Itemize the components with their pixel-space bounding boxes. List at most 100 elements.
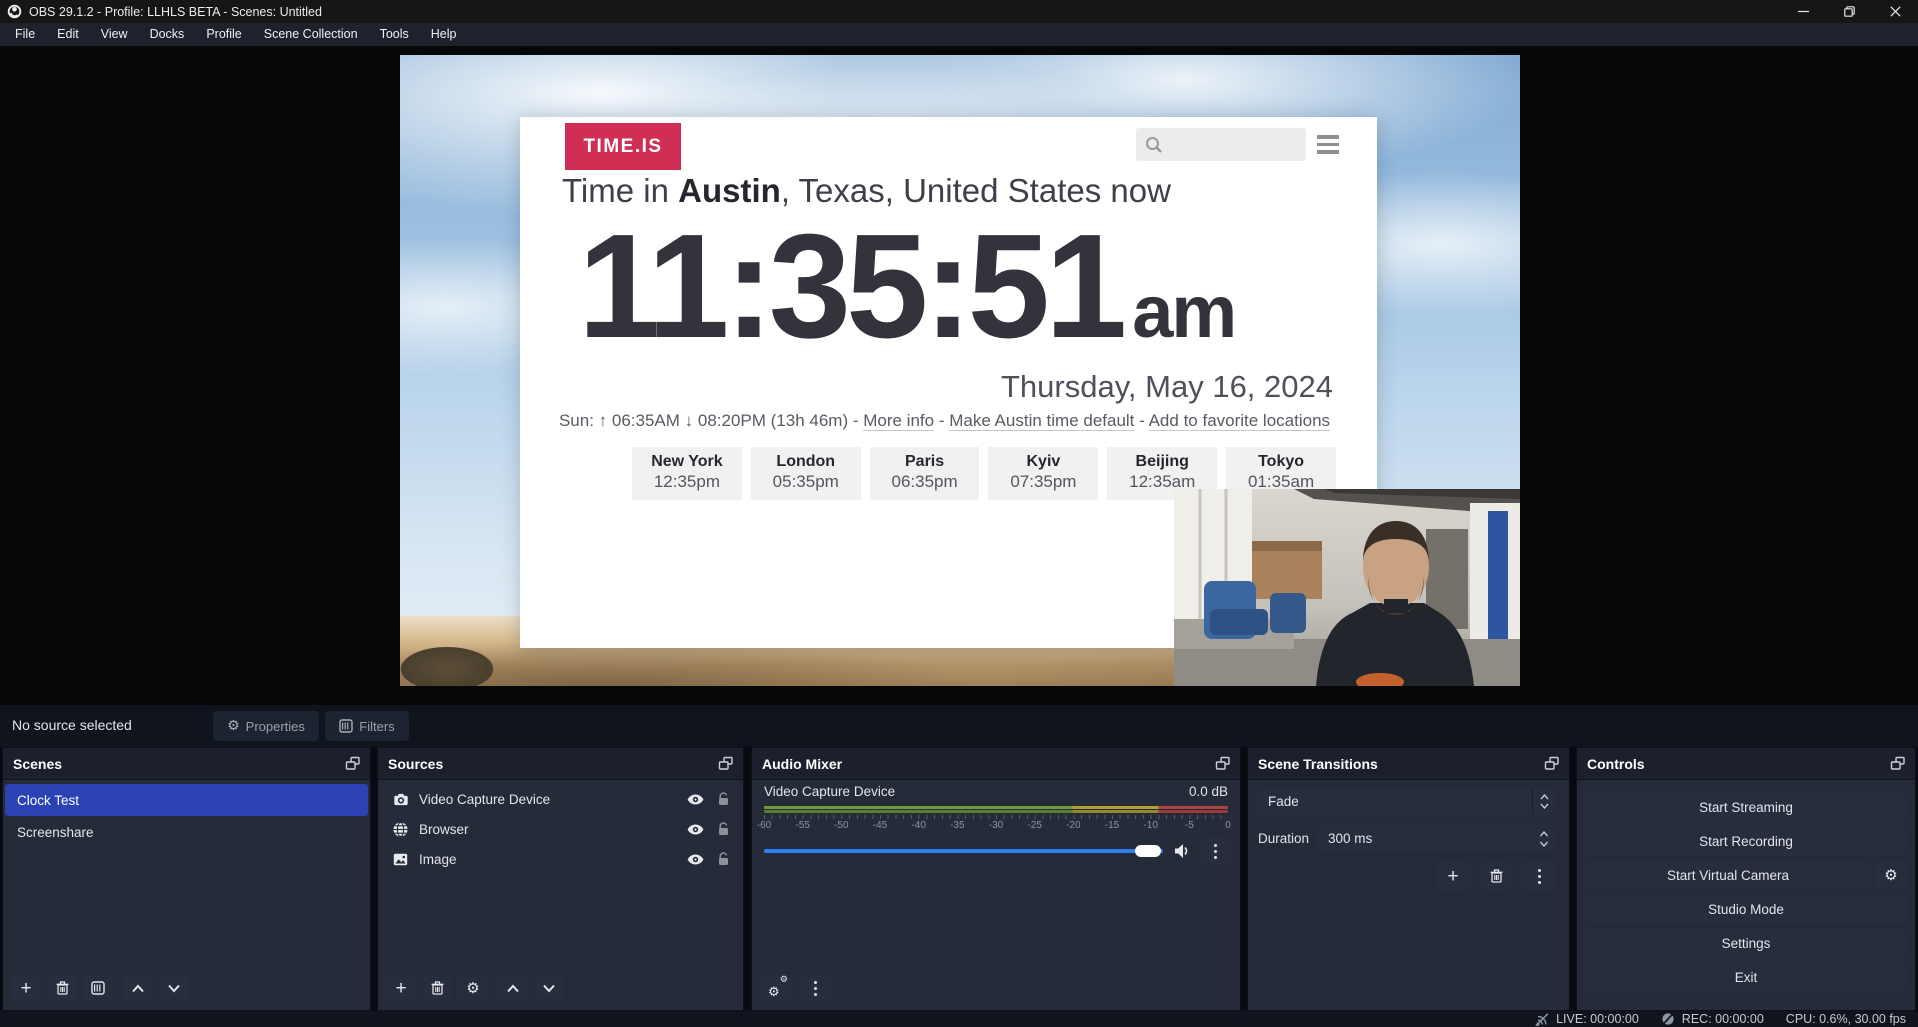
duration-input[interactable]: 300 ms <box>1317 825 1556 852</box>
transition-select[interactable]: Fade <box>1258 788 1556 815</box>
filters-icon <box>339 719 353 733</box>
clock-digits: 11:35:51 <box>578 209 1122 364</box>
filters-icon <box>91 981 105 995</box>
volume-meter <box>764 806 1228 814</box>
controls-header: Controls <box>1577 748 1915 780</box>
slider-track[interactable] <box>764 849 1163 853</box>
move-source-up-button[interactable] <box>498 974 528 1002</box>
minimize-button[interactable] <box>1780 0 1826 23</box>
add-scene-button[interactable]: + <box>11 974 41 1002</box>
timeis-logo[interactable]: TIME.IS <box>565 123 681 170</box>
add-transition-button[interactable]: + <box>1436 861 1470 891</box>
remove-scene-button[interactable] <box>47 974 77 1002</box>
sun-times: Sun: ↑ 06:35AM ↓ 08:20PM (13h 46m) - <box>559 411 863 430</box>
start-recording-button[interactable]: Start Recording <box>1585 826 1907 856</box>
restore-button[interactable] <box>1826 0 1872 23</box>
speaker-icon[interactable] <box>1172 843 1191 859</box>
popout-icon <box>1215 756 1230 771</box>
performance-stats: CPU: 0.6%, 30.00 fps <box>1786 1012 1906 1026</box>
settings-button[interactable]: Settings <box>1585 928 1907 958</box>
scene-item-screenshare[interactable]: Screenshare <box>5 816 368 848</box>
tick-label: -30 <box>989 820 1003 831</box>
lock-open-icon[interactable] <box>718 852 729 866</box>
start-streaming-button[interactable]: Start Streaming <box>1585 792 1907 822</box>
world-clock-london[interactable]: London 05:35pm <box>751 447 861 500</box>
world-clock-new-york[interactable]: New York 12:35pm <box>632 447 742 500</box>
transition-select-arrows[interactable] <box>1532 788 1556 815</box>
chevron-down-icon <box>167 984 181 993</box>
visibility-eye-icon[interactable] <box>687 854 704 865</box>
city-name: New York <box>632 453 742 471</box>
popout-button[interactable] <box>1890 756 1905 771</box>
filters-button[interactable]: Filters <box>325 711 409 741</box>
city-time: 07:35pm <box>988 472 1098 492</box>
separator: - <box>1134 411 1148 430</box>
trash-icon <box>56 981 69 995</box>
make-default-link[interactable]: Make Austin time default <box>949 411 1134 431</box>
add-favorite-link[interactable]: Add to favorite locations <box>1149 411 1330 431</box>
move-scene-up-button[interactable] <box>123 974 153 1002</box>
properties-button[interactable]: ⚙ Properties <box>213 711 319 741</box>
scene-item-clock-test[interactable]: Clock Test <box>5 784 368 816</box>
trash-icon <box>1490 869 1503 883</box>
controls-title: Controls <box>1587 756 1645 772</box>
menu-docks[interactable]: Docks <box>139 23 196 46</box>
scenes-dock: Scenes Clock Test Screenshare + <box>2 747 371 1011</box>
scenes-title: Scenes <box>13 756 62 772</box>
menu-file[interactable]: File <box>4 23 46 46</box>
mixer-channel-row: Video Capture Device 0.0 dB <box>764 784 1228 799</box>
chevron-down-icon <box>1540 803 1549 809</box>
city-name: Beijing <box>1107 453 1217 471</box>
mixer-channel-menu-button[interactable] <box>1200 837 1230 865</box>
duration-spinner-arrows[interactable] <box>1539 825 1549 852</box>
move-source-down-button[interactable] <box>534 974 564 1002</box>
status-bar: LIVE: 00:00:00 REC: 00:00:00 CPU: 0.6%, … <box>0 1011 1918 1027</box>
scene-label: Clock Test <box>17 793 79 808</box>
virtual-camera-config-button[interactable]: ⚙ <box>1875 860 1907 890</box>
menu-scene-collection[interactable]: Scene Collection <box>253 23 369 46</box>
menu-tools[interactable]: Tools <box>369 23 420 46</box>
hamburger-menu-icon[interactable] <box>1317 135 1339 158</box>
rec-status: REC: 00:00:00 <box>1661 1012 1764 1026</box>
visibility-eye-icon[interactable] <box>687 824 704 835</box>
more-info-link[interactable]: More info <box>863 411 934 431</box>
studio-mode-button[interactable]: Studio Mode <box>1585 894 1907 924</box>
visibility-eye-icon[interactable] <box>687 794 704 805</box>
webcam-overlay[interactable] <box>1174 489 1520 686</box>
advanced-audio-button[interactable]: ⚙ ⚙ <box>760 974 794 1002</box>
popout-button[interactable] <box>1544 756 1559 771</box>
slider-handle[interactable] <box>1135 845 1161 857</box>
exit-button[interactable]: Exit <box>1585 962 1907 992</box>
source-item-image[interactable]: Image <box>380 844 741 874</box>
menu-profile[interactable]: Profile <box>195 23 252 46</box>
remove-source-button[interactable] <box>422 974 452 1002</box>
sources-dock: Sources Video Captur <box>377 747 744 1011</box>
popout-button[interactable] <box>345 756 360 771</box>
preview-canvas[interactable]: TIME.IS Time in Austin, Texas, United St… <box>400 55 1520 686</box>
world-clock-kyiv[interactable]: Kyiv 07:35pm <box>988 447 1098 500</box>
source-item-browser[interactable]: Browser <box>380 814 741 844</box>
menu-view[interactable]: View <box>90 23 139 46</box>
move-scene-down-button[interactable] <box>159 974 189 1002</box>
mixer-menu-button[interactable] <box>800 974 830 1002</box>
remove-transition-button[interactable] <box>1479 861 1513 891</box>
chevron-down-icon <box>542 984 556 993</box>
source-item-video-capture[interactable]: Video Capture Device <box>380 784 741 814</box>
volume-slider-row <box>764 836 1230 866</box>
menu-edit[interactable]: Edit <box>46 23 90 46</box>
add-source-button[interactable]: + <box>386 974 416 1002</box>
lock-open-icon[interactable] <box>718 822 729 836</box>
scene-filters-button[interactable] <box>83 974 113 1002</box>
lock-open-icon[interactable] <box>718 792 729 806</box>
transition-menu-button[interactable] <box>1522 861 1556 891</box>
popout-button[interactable] <box>718 756 733 771</box>
menu-help[interactable]: Help <box>420 23 468 46</box>
volume-slider[interactable] <box>764 836 1163 866</box>
popout-button[interactable] <box>1215 756 1230 771</box>
start-virtual-camera-button[interactable]: Start Virtual Camera <box>1585 860 1871 890</box>
source-properties-button[interactable]: ⚙ <box>458 974 488 1002</box>
tick-label: -55 <box>795 820 809 831</box>
search-input[interactable] <box>1136 128 1306 161</box>
world-clock-paris[interactable]: Paris 06:35pm <box>870 447 980 500</box>
close-button[interactable] <box>1872 0 1918 23</box>
